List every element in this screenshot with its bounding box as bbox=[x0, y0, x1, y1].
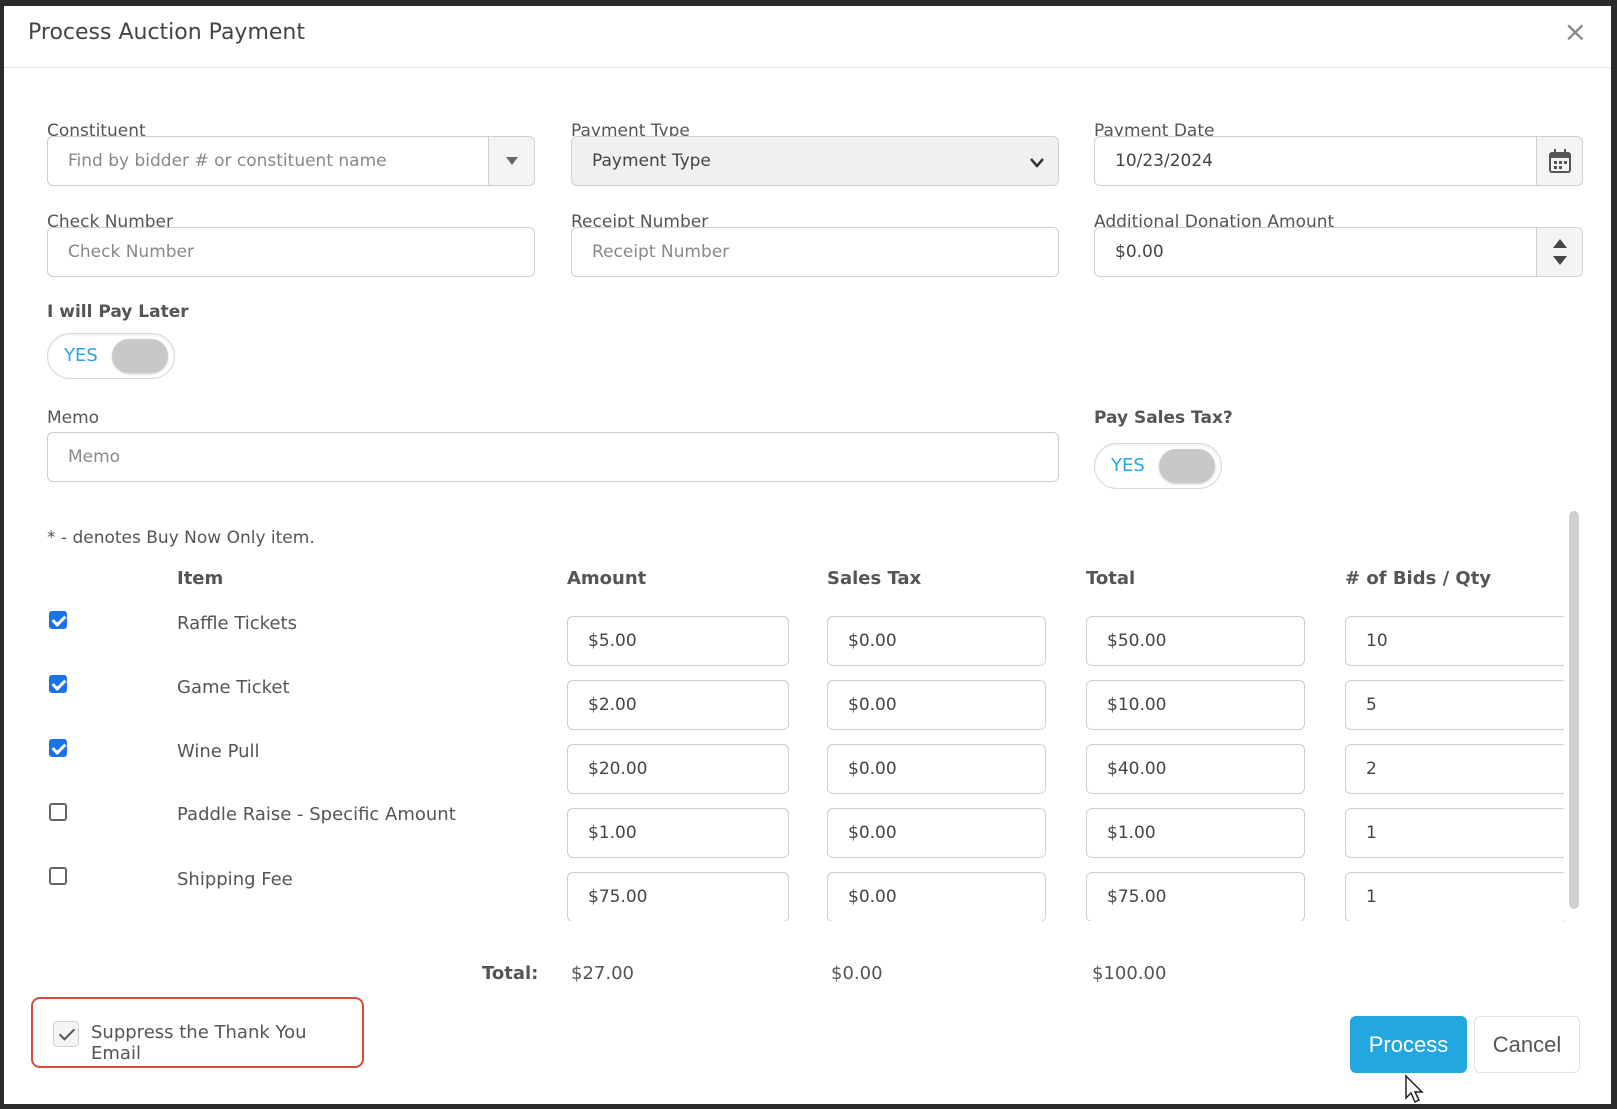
items-table-body: Raffle Tickets $5.00 $0.00 $50.00 10 Gam… bbox=[4, 591, 1564, 921]
dropdown-caret-icon[interactable] bbox=[488, 137, 534, 185]
suppress-email-label[interactable]: Suppress the Thank You Email bbox=[91, 1022, 362, 1064]
payment-date-value: 10/23/2024 bbox=[1115, 151, 1213, 171]
dialog-header: Process Auction Payment × bbox=[4, 6, 1611, 68]
totals-amount: $27.00 bbox=[571, 963, 634, 984]
spin-down-icon[interactable] bbox=[1552, 256, 1567, 265]
total-input[interactable]: $1.00 bbox=[1086, 808, 1305, 858]
check-number-placeholder: Check Number bbox=[68, 242, 194, 262]
column-header-total: Total bbox=[1086, 568, 1136, 589]
pay-sales-tax-label: Pay Sales Tax? bbox=[1094, 408, 1233, 428]
sales-tax-input[interactable]: $0.00 bbox=[827, 808, 1046, 858]
suppress-email-highlight: Suppress the Thank You Email bbox=[31, 997, 364, 1068]
column-header-item: Item bbox=[177, 568, 224, 589]
totals-label: Total: bbox=[482, 963, 539, 984]
item-name: Paddle Raise - Specific Amount bbox=[177, 804, 456, 825]
cancel-button[interactable]: Cancel bbox=[1474, 1016, 1580, 1073]
memo-label: Memo bbox=[47, 408, 100, 428]
receipt-number-input[interactable]: Receipt Number bbox=[571, 227, 1059, 277]
toggle-knob bbox=[1159, 449, 1215, 483]
process-auction-payment-dialog: Process Auction Payment × Constituent Fi… bbox=[4, 6, 1611, 1104]
additional-donation-input[interactable]: $0.00 bbox=[1094, 227, 1583, 277]
number-spinner[interactable] bbox=[1536, 228, 1582, 276]
calendar-icon[interactable] bbox=[1536, 137, 1582, 185]
sales-tax-input[interactable]: $0.00 bbox=[827, 680, 1046, 730]
item-name: Raffle Tickets bbox=[177, 613, 297, 634]
column-header-qty: # of Bids / Qty bbox=[1345, 568, 1492, 589]
column-header-sales-tax: Sales Tax bbox=[827, 568, 922, 589]
pay-sales-tax-toggle[interactable]: YES bbox=[1094, 443, 1222, 489]
total-input[interactable]: $40.00 bbox=[1086, 744, 1305, 794]
payment-date-input[interactable]: 10/23/2024 bbox=[1094, 136, 1583, 186]
sales-tax-input[interactable]: $0.00 bbox=[827, 744, 1046, 794]
receipt-number-placeholder: Receipt Number bbox=[592, 242, 730, 262]
dialog-title: Process Auction Payment bbox=[28, 20, 305, 45]
check-number-input[interactable]: Check Number bbox=[47, 227, 535, 277]
memo-input[interactable]: Memo bbox=[47, 432, 1059, 482]
amount-input[interactable]: $75.00 bbox=[567, 872, 789, 921]
item-checkbox[interactable] bbox=[49, 611, 67, 629]
chevron-down-icon bbox=[1030, 153, 1044, 173]
pay-later-toggle[interactable]: YES bbox=[47, 333, 175, 379]
constituent-placeholder: Find by bidder # or constituent name bbox=[68, 151, 387, 171]
suppress-email-checkbox[interactable] bbox=[53, 1021, 79, 1047]
amount-input[interactable]: $5.00 bbox=[567, 616, 789, 666]
qty-input[interactable]: 1 bbox=[1345, 808, 1564, 858]
spin-up-icon[interactable] bbox=[1552, 239, 1567, 248]
table-scrollbar[interactable] bbox=[1569, 511, 1579, 909]
total-input[interactable]: $50.00 bbox=[1086, 616, 1305, 666]
totals-sales-tax: $0.00 bbox=[831, 963, 883, 984]
total-input[interactable]: $10.00 bbox=[1086, 680, 1305, 730]
sales-tax-input[interactable]: $0.00 bbox=[827, 872, 1046, 921]
buy-now-note: * - denotes Buy Now Only item. bbox=[47, 528, 315, 548]
amount-input[interactable]: $1.00 bbox=[567, 808, 789, 858]
process-button[interactable]: Process bbox=[1350, 1016, 1467, 1073]
additional-donation-value: $0.00 bbox=[1115, 242, 1164, 262]
sales-tax-input[interactable]: $0.00 bbox=[827, 616, 1046, 666]
amount-input[interactable]: $2.00 bbox=[567, 680, 789, 730]
item-checkbox[interactable] bbox=[49, 739, 67, 757]
amount-input[interactable]: $20.00 bbox=[567, 744, 789, 794]
payment-type-value: Payment Type bbox=[592, 151, 711, 171]
column-header-amount: Amount bbox=[567, 568, 647, 589]
item-checkbox[interactable] bbox=[49, 803, 67, 821]
qty-input[interactable]: 2 bbox=[1345, 744, 1564, 794]
qty-input[interactable]: 5 bbox=[1345, 680, 1564, 730]
pay-sales-tax-toggle-text: YES bbox=[1111, 455, 1145, 476]
pay-later-toggle-text: YES bbox=[64, 345, 98, 366]
pay-later-label: I will Pay Later bbox=[47, 302, 189, 322]
toggle-knob bbox=[112, 339, 168, 373]
close-icon[interactable]: × bbox=[1564, 18, 1587, 46]
payment-type-select[interactable]: Payment Type bbox=[571, 136, 1059, 186]
item-name: Wine Pull bbox=[177, 741, 260, 762]
total-input[interactable]: $75.00 bbox=[1086, 872, 1305, 921]
qty-input[interactable]: 1 bbox=[1345, 872, 1564, 921]
item-name: Game Ticket bbox=[177, 677, 290, 698]
constituent-input[interactable]: Find by bidder # or constituent name bbox=[47, 136, 535, 186]
scrollbar-thumb[interactable] bbox=[1569, 511, 1579, 909]
totals-total: $100.00 bbox=[1092, 963, 1167, 984]
item-checkbox[interactable] bbox=[49, 867, 67, 885]
item-checkbox[interactable] bbox=[49, 675, 67, 693]
item-name: Shipping Fee bbox=[177, 869, 293, 890]
memo-placeholder: Memo bbox=[68, 447, 121, 467]
qty-input[interactable]: 10 bbox=[1345, 616, 1564, 666]
